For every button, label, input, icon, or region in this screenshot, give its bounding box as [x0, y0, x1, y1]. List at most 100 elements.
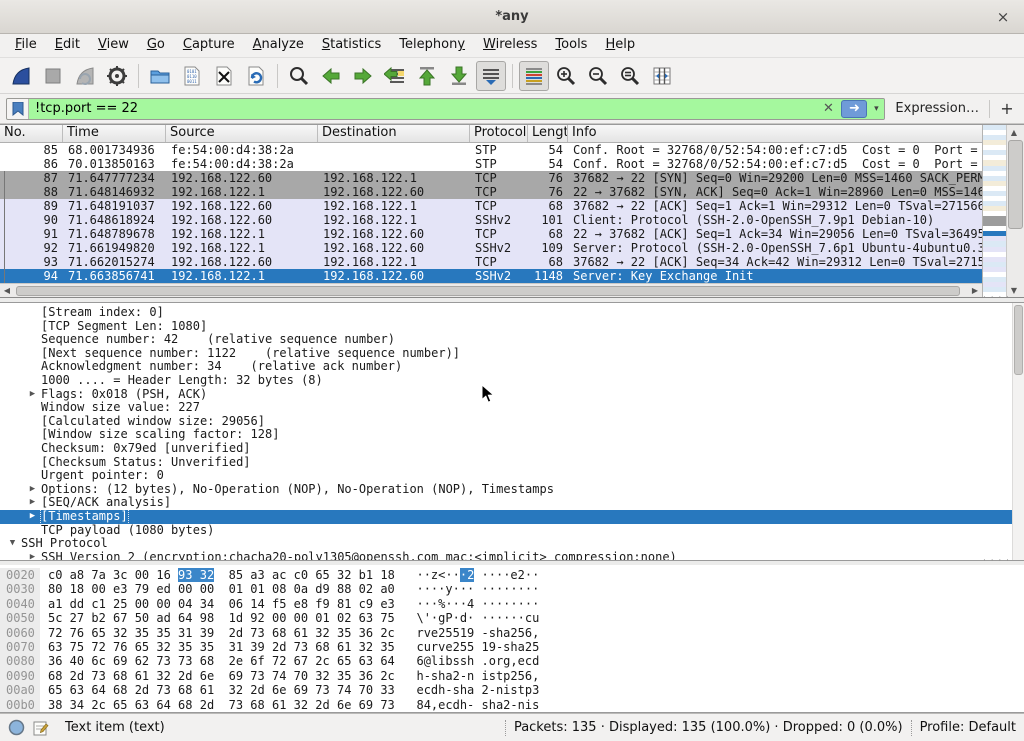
detail-line-14[interactable]: ▶[SEQ/ACK analysis]: [0, 496, 1024, 510]
menu-tools[interactable]: Tools: [546, 34, 596, 57]
detail-line-10[interactable]: Checksum: 0x79ed [unverified]: [0, 442, 1024, 456]
hex-row-0020[interactable]: 0020c0 a8 7a 3c 00 16 93 32 85 a3 ac c0 …: [0, 568, 1024, 582]
resize-columns-button[interactable]: [647, 61, 677, 91]
hex-bytes[interactable]: 5c 27 b2 67 50 ad 64 98 1d 92 00 00 01 0…: [40, 611, 539, 625]
detail-line-13[interactable]: ▶Options: (12 bytes), No-Operation (NOP)…: [0, 483, 1024, 497]
detail-line-9[interactable]: [Window size scaling factor: 128]: [0, 428, 1024, 442]
hex-bytes[interactable]: a1 dd c1 25 00 00 04 34 06 14 f5 e8 f9 8…: [40, 597, 539, 611]
menu-capture[interactable]: Capture: [174, 34, 244, 57]
hex-bytes[interactable]: 68 2d 73 68 61 32 2d 6e 69 73 74 70 32 3…: [40, 669, 539, 683]
column-header-source[interactable]: Source: [166, 125, 318, 142]
hex-row-00a0[interactable]: 00a065 63 64 68 2d 73 68 61 32 2d 6e 69 …: [0, 683, 1024, 697]
detail-line-3[interactable]: [Next sequence number: 1122 (relative se…: [0, 347, 1024, 361]
hex-bytes[interactable]: 72 76 65 32 35 35 31 39 2d 73 68 61 32 3…: [40, 626, 539, 640]
menu-go[interactable]: Go: [138, 34, 174, 57]
packet-row-90[interactable]: 9071.648618924192.168.122.60192.168.122.…: [0, 213, 982, 227]
title-bar[interactable]: *any ×: [0, 0, 1024, 34]
details-vscroll-handle[interactable]: [1014, 305, 1023, 375]
stop-capture-button[interactable]: [38, 61, 68, 91]
hex-bytes[interactable]: 63 75 72 76 65 32 35 35 31 39 2d 73 68 6…: [40, 640, 539, 654]
hscroll-handle[interactable]: [16, 286, 960, 296]
profile-text[interactable]: Profile: Default: [920, 720, 1016, 735]
column-header-destination[interactable]: Destination: [318, 125, 470, 142]
detail-line-8[interactable]: [Calculated window size: 29056]: [0, 415, 1024, 429]
detail-line-7[interactable]: Window size value: 227: [0, 401, 1024, 415]
filter-apply-button[interactable]: ➜: [841, 100, 867, 118]
detail-line-18[interactable]: ▶SSH Version 2 (encryption:chacha20-poly…: [0, 551, 1024, 561]
hex-row-0080[interactable]: 008036 40 6c 69 62 73 73 68 2e 6f 72 67 …: [0, 654, 1024, 668]
restart-capture-button[interactable]: [70, 61, 100, 91]
detail-line-6[interactable]: ▶Flags: 0x018 (PSH, ACK): [0, 388, 1024, 402]
go-first-button[interactable]: [412, 61, 442, 91]
filter-bookmark-button[interactable]: [7, 99, 29, 119]
collapsed-arrow-icon[interactable]: ▶: [24, 388, 41, 402]
reload-file-button[interactable]: [241, 61, 271, 91]
hex-row-0030[interactable]: 003080 18 00 e3 79 ed 00 00 01 01 08 0a …: [0, 582, 1024, 596]
hscroll-track[interactable]: [14, 285, 968, 297]
packet-row-92[interactable]: 9271.661949820192.168.122.1192.168.122.6…: [0, 241, 982, 255]
menu-edit[interactable]: Edit: [46, 34, 89, 57]
pane-splitter[interactable]: [0, 561, 1024, 565]
packet-row-91[interactable]: 9171.648789678192.168.122.1192.168.122.6…: [0, 227, 982, 241]
packet-row-94[interactable]: 9471.663856741192.168.122.1192.168.122.6…: [0, 269, 982, 283]
go-back-button[interactable]: [316, 61, 346, 91]
hex-row-00b0[interactable]: 00b038 34 2c 65 63 64 68 2d 73 68 61 32 …: [0, 698, 1024, 712]
go-to-packet-button[interactable]: [380, 61, 410, 91]
menu-wireless[interactable]: Wireless: [474, 34, 546, 57]
hex-row-0040[interactable]: 0040a1 dd c1 25 00 00 04 34 06 14 f5 e8 …: [0, 597, 1024, 611]
expression-button[interactable]: Expression…: [891, 101, 983, 116]
zoom-in-button[interactable]: [551, 61, 581, 91]
hex-row-0050[interactable]: 00505c 27 b2 67 50 ad 64 98 1d 92 00 00 …: [0, 611, 1024, 625]
save-file-button[interactable]: 010101100011: [177, 61, 207, 91]
detail-line-0[interactable]: [Stream index: 0]: [0, 306, 1024, 320]
column-header-length[interactable]: Length: [528, 125, 568, 142]
hex-bytes[interactable]: 36 40 6c 69 62 73 73 68 2e 6f 72 67 2c 6…: [40, 654, 539, 668]
hex-bytes[interactable]: 38 34 2c 65 63 64 68 2d 73 68 61 32 2d 6…: [40, 698, 539, 712]
scroll-up-arrow[interactable]: ▲: [1007, 125, 1021, 139]
packet-row-93[interactable]: 9371.662015274192.168.122.60192.168.122.…: [0, 255, 982, 269]
capture-comment-icon[interactable]: [33, 720, 49, 736]
open-file-button[interactable]: [145, 61, 175, 91]
zoom-reset-button[interactable]: [615, 61, 645, 91]
packet-row-86[interactable]: 8670.013850163fe:54:00:d4:38:2aSTP54Conf…: [0, 157, 982, 171]
details-vscrollbar[interactable]: [1012, 303, 1024, 560]
column-header-info[interactable]: Info: [568, 125, 982, 142]
expert-info-icon[interactable]: [8, 719, 25, 736]
packet-row-89[interactable]: 8971.648191037192.168.122.60192.168.122.…: [0, 199, 982, 213]
packet-row-85[interactable]: 8568.001734936fe:54:00:d4:38:2aSTP54Conf…: [0, 143, 982, 157]
menu-file[interactable]: File: [6, 34, 46, 57]
menu-analyze[interactable]: Analyze: [244, 34, 313, 57]
hex-bytes[interactable]: c0 a8 7a 3c 00 16 93 32 85 a3 ac c0 65 3…: [40, 568, 539, 582]
detail-line-5[interactable]: 1000 .... = Header Length: 32 bytes (8): [0, 374, 1024, 388]
scroll-left-arrow[interactable]: ◀: [0, 284, 14, 298]
collapsed-arrow-icon[interactable]: ▶: [24, 496, 41, 510]
zoom-out-button[interactable]: [583, 61, 613, 91]
collapsed-arrow-icon[interactable]: ▶: [24, 510, 41, 524]
detail-line-1[interactable]: [TCP Segment Len: 1080]: [0, 320, 1024, 334]
hex-row-0070[interactable]: 007063 75 72 76 65 32 35 35 31 39 2d 73 …: [0, 640, 1024, 654]
start-capture-button[interactable]: [6, 61, 36, 91]
filter-dropdown-caret[interactable]: ▾: [868, 99, 884, 119]
close-file-button[interactable]: [209, 61, 239, 91]
detail-line-17[interactable]: ▼SSH Protocol: [0, 537, 1024, 551]
detail-line-15[interactable]: ▶[Timestamps]: [0, 510, 1024, 524]
detail-line-4[interactable]: Acknowledgment number: 34 (relative ack …: [0, 360, 1024, 374]
vscroll-handle[interactable]: [1008, 140, 1023, 229]
packet-row-87[interactable]: 8771.647777234192.168.122.60192.168.122.…: [0, 171, 982, 185]
packet-row-88[interactable]: 8871.648146932192.168.122.1192.168.122.6…: [0, 185, 982, 199]
packet-list-vscrollbar[interactable]: ▲ ▼: [1006, 125, 1024, 297]
hex-bytes[interactable]: 80 18 00 e3 79 ed 00 00 01 01 08 0a d9 8…: [40, 582, 539, 596]
hex-bytes[interactable]: 65 63 64 68 2d 73 68 61 32 2d 6e 69 73 7…: [40, 683, 539, 697]
collapsed-arrow-icon[interactable]: ▶: [24, 551, 41, 561]
menu-telephony[interactable]: Telephony: [390, 34, 474, 57]
detail-line-2[interactable]: Sequence number: 42 (relative sequence n…: [0, 333, 1024, 347]
packet-list-hscrollbar[interactable]: ◀ ▶: [0, 283, 982, 297]
scroll-right-arrow[interactable]: ▶: [968, 284, 982, 298]
detail-line-16[interactable]: TCP payload (1080 bytes): [0, 524, 1024, 538]
detail-line-12[interactable]: Urgent pointer: 0: [0, 469, 1024, 483]
menu-statistics[interactable]: Statistics: [313, 34, 390, 57]
display-filter-field[interactable]: !tcp.port == 22 ✕ ➜ ▾: [6, 98, 885, 120]
go-forward-button[interactable]: [348, 61, 378, 91]
column-header-protocol[interactable]: Protocol: [470, 125, 528, 142]
add-filter-button[interactable]: +: [996, 99, 1018, 118]
